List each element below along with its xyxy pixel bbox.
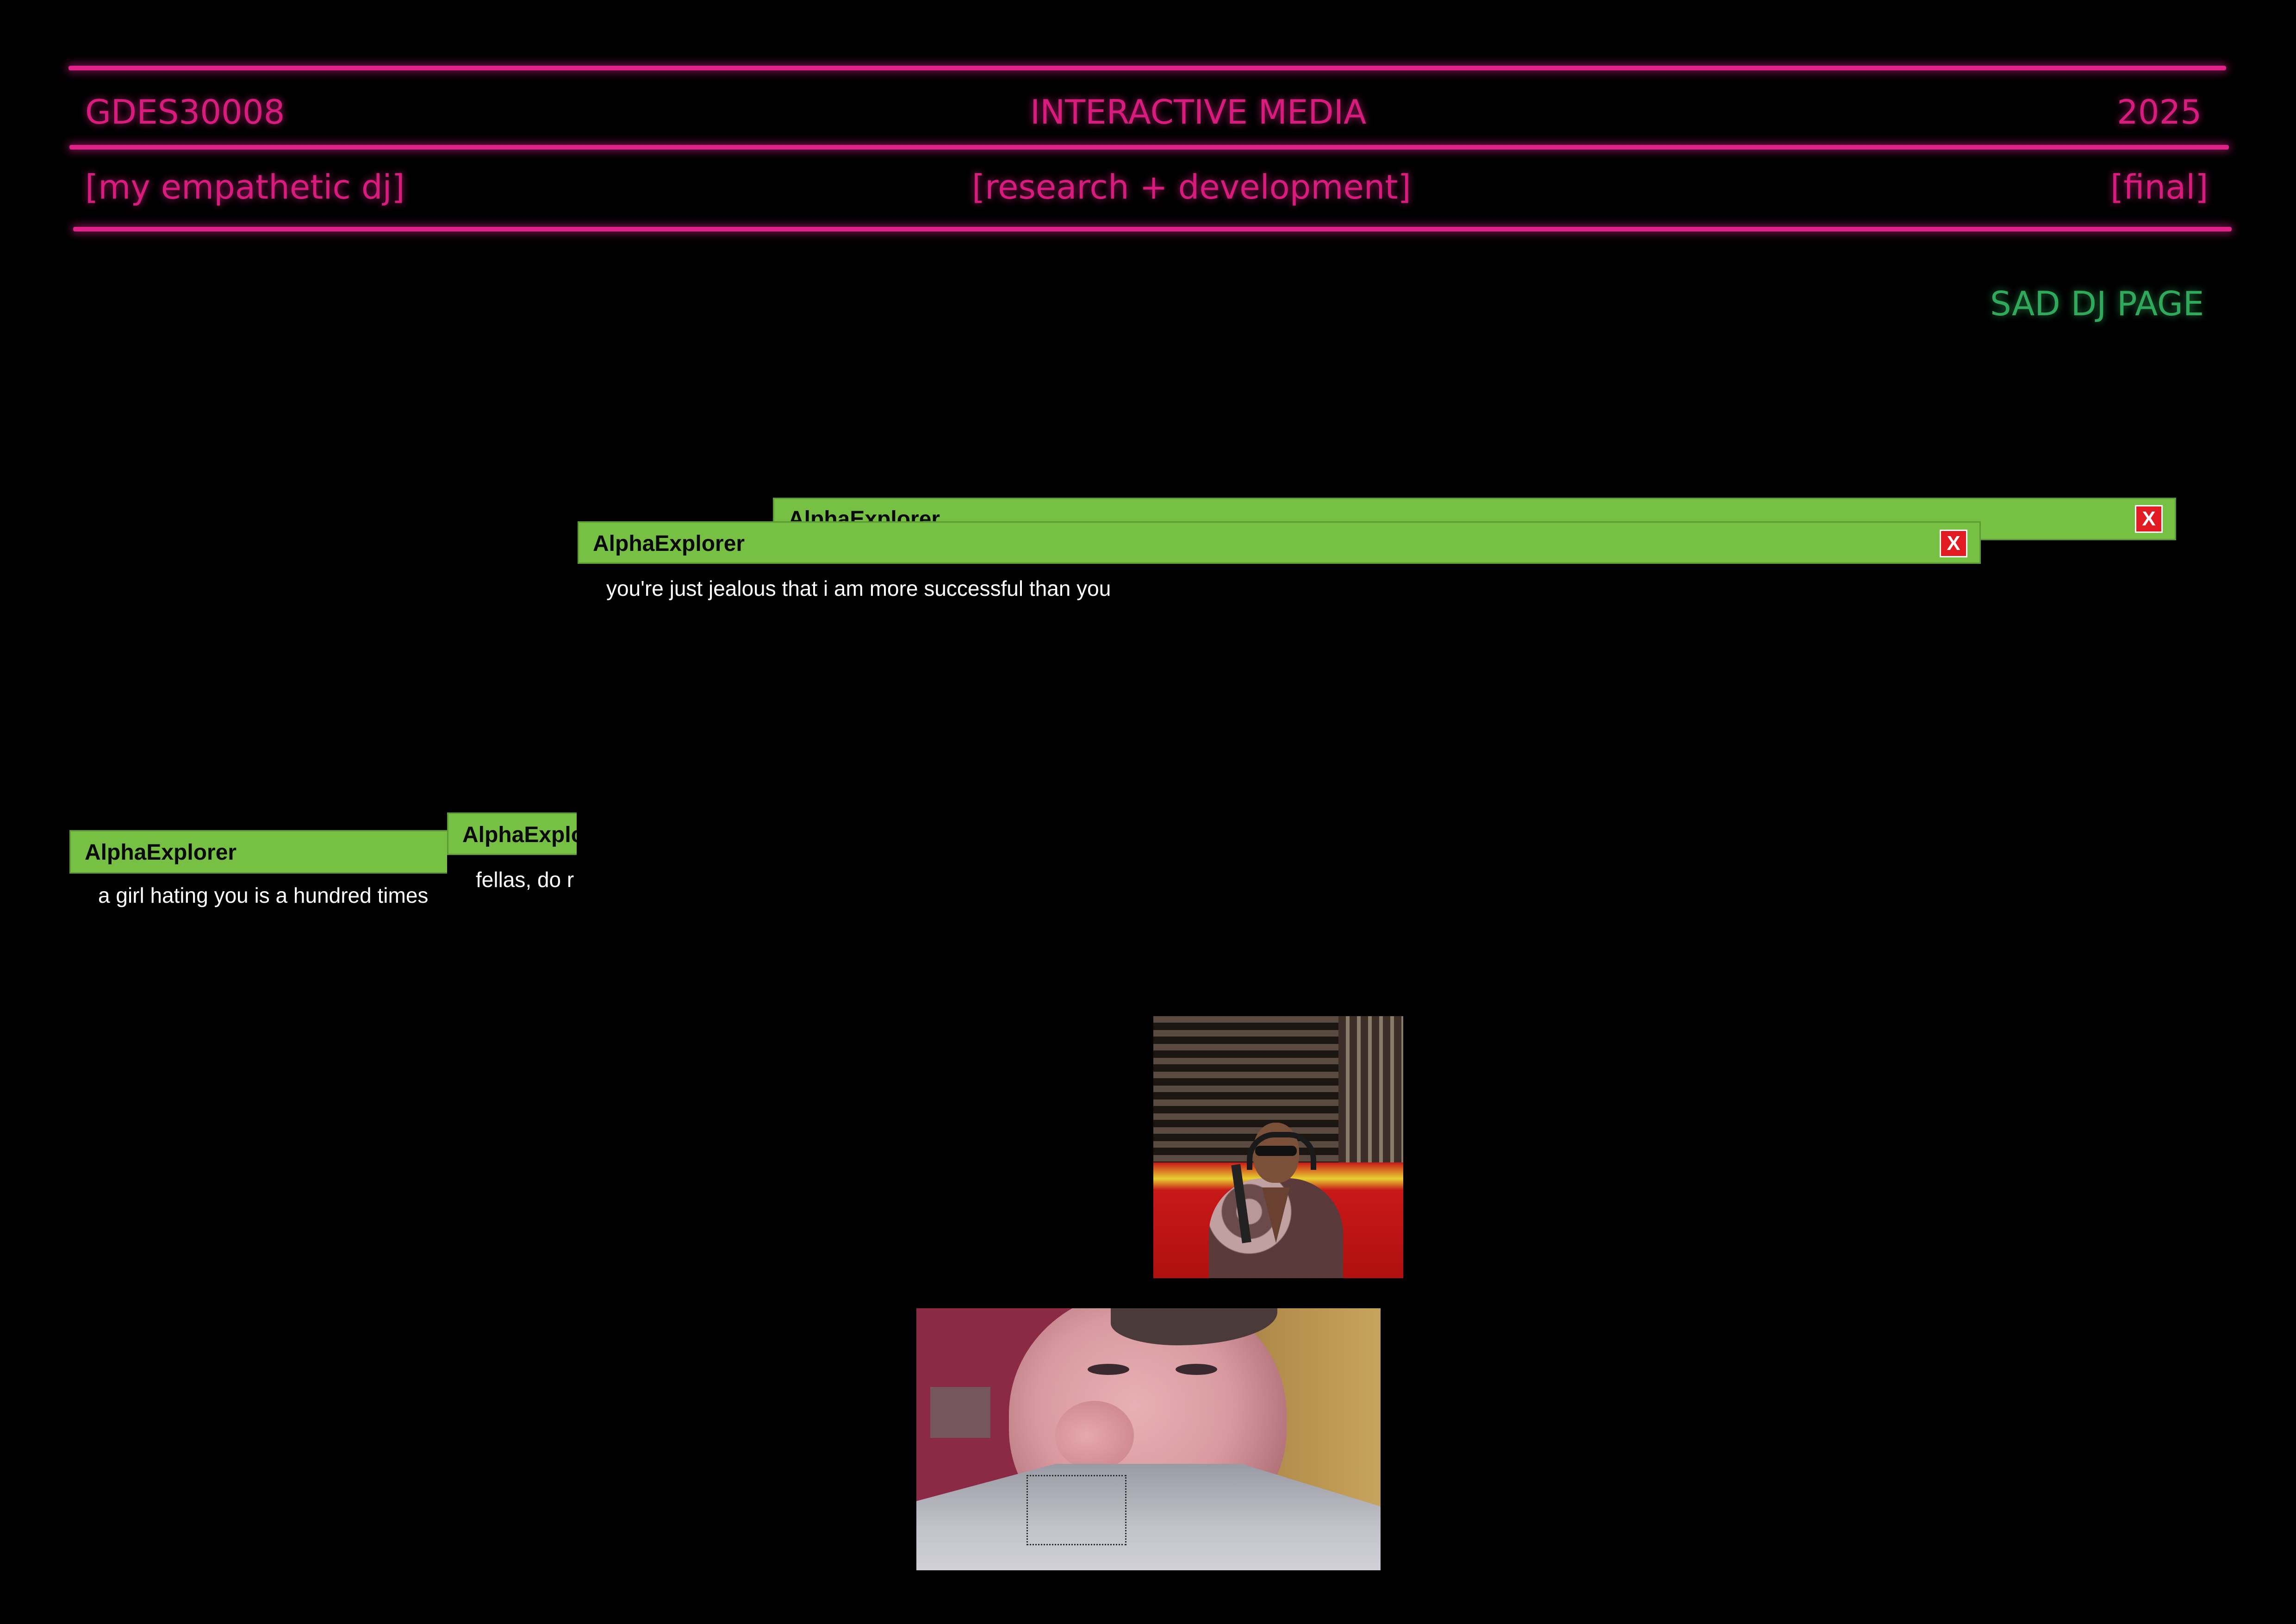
- status-label: [final]: [2110, 168, 2209, 206]
- popup-window-main[interactable]: AlphaExplorer X you're just jealous that…: [578, 521, 1981, 614]
- course-code: GDES30008: [85, 93, 285, 131]
- popup-title-bar[interactable]: AlphaExplorer: [69, 830, 447, 874]
- popup-title-bar[interactable]: AlphaExplorer: [447, 812, 577, 855]
- section-label: [research + development]: [972, 168, 1411, 206]
- close-icon[interactable]: X: [1940, 530, 1967, 557]
- course-name: INTERACTIVE MEDIA: [1030, 93, 1367, 131]
- popup-window-left[interactable]: AlphaExplorer a girl hating you is a hun…: [69, 830, 447, 918]
- close-icon[interactable]: X: [2135, 505, 2163, 533]
- popup-title: AlphaExplorer: [593, 531, 745, 556]
- popup-message: you're just jealous that i am more succe…: [606, 576, 1111, 600]
- header-line-top: [68, 66, 2226, 70]
- podcast-host: [1209, 1123, 1343, 1278]
- popup-message: a girl hating you is a hundred times: [98, 883, 429, 907]
- popup-window-center-left[interactable]: AlphaExplorer fellas, do r: [447, 812, 577, 900]
- closeup-face-video[interactable]: [916, 1308, 1381, 1570]
- popup-title: AlphaExplorer: [85, 840, 237, 865]
- popup-message: fellas, do r: [476, 868, 574, 892]
- header-line-bottom: [73, 227, 2232, 231]
- year: 2025: [2117, 93, 2202, 131]
- popup-title-bar[interactable]: AlphaExplorer X: [578, 521, 1981, 564]
- project-name: [my empathetic dj]: [85, 168, 405, 206]
- sad-dj-page-link[interactable]: SAD DJ PAGE: [1990, 287, 2204, 320]
- popup-title: AlphaExplorer: [462, 823, 577, 847]
- studio-podcast-video[interactable]: [1153, 1016, 1403, 1278]
- focus-selection-box: [1027, 1475, 1126, 1545]
- header-line-middle: [69, 145, 2229, 150]
